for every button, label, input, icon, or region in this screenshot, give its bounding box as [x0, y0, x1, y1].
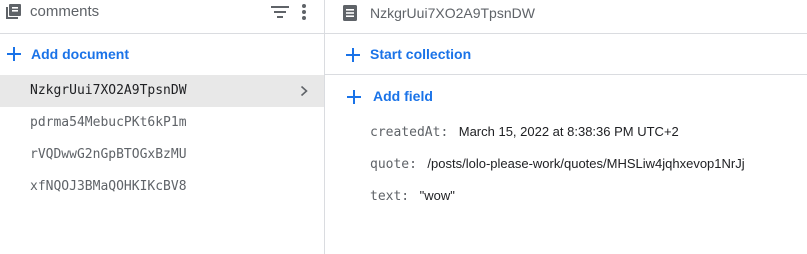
start-collection-label: Start collection	[370, 46, 472, 62]
add-field-button[interactable]: Add field	[325, 84, 807, 108]
collection-panel: comments Add document NzkgrUui7XO2A9Tpsn…	[0, 0, 325, 254]
document-title: NzkgrUui7XO2A9TpsnDW	[370, 5, 535, 21]
add-document-button[interactable]: Add document	[0, 35, 324, 73]
field-key: createdAt:	[370, 125, 449, 140]
document-id: pdrma54MebucPKt6kP1m	[30, 115, 187, 130]
document-header: NzkgrUui7XO2A9TpsnDW	[325, 0, 807, 34]
document-item[interactable]: rVQDwwG2nGpBTOGxBzMU	[0, 139, 324, 171]
field-key: text:	[370, 189, 410, 204]
field-row-text[interactable]: text: "wow"	[370, 187, 455, 207]
more-vert-icon[interactable]	[299, 2, 309, 22]
document-item[interactable]: pdrma54MebucPKt6kP1m	[0, 107, 324, 139]
document-id: rVQDwwG2nGpBTOGxBzMU	[30, 147, 187, 162]
document-item[interactable]: NzkgrUui7XO2A9TpsnDW	[0, 75, 324, 107]
chevron-right-icon	[300, 86, 308, 96]
collection-header: comments	[0, 0, 324, 34]
field-value: /posts/lolo-please-work/quotes/MHSLiw4jq…	[427, 156, 745, 171]
document-icon	[343, 5, 357, 21]
collection-icon	[6, 4, 21, 19]
firestore-data-viewer: comments Add document NzkgrUui7XO2A9Tpsn…	[0, 0, 807, 254]
add-icon	[6, 46, 22, 62]
document-list: NzkgrUui7XO2A9TpsnDW pdrma54MebucPKt6kP1…	[0, 75, 324, 203]
filter-icon[interactable]	[270, 4, 290, 20]
add-field-label: Add field	[373, 88, 433, 104]
field-row-quote[interactable]: quote: /posts/lolo-please-work/quotes/MH…	[370, 155, 745, 175]
add-icon	[345, 47, 361, 63]
collection-title: comments	[30, 3, 100, 20]
field-value: March 15, 2022 at 8:38:36 PM UTC+2	[458, 124, 679, 139]
document-id: xfNQOJ3BMaQOHKIKcBV8	[30, 179, 187, 194]
add-icon	[346, 89, 362, 105]
field-row-createdAt[interactable]: createdAt: March 15, 2022 at 8:38:36 PM …	[370, 123, 679, 143]
document-panel: NzkgrUui7XO2A9TpsnDW Start collection Ad…	[325, 0, 807, 254]
start-collection-button[interactable]: Start collection	[325, 35, 807, 75]
document-item[interactable]: xfNQOJ3BMaQOHKIKcBV8	[0, 171, 324, 203]
add-document-label: Add document	[31, 46, 129, 62]
field-key: quote:	[370, 157, 417, 172]
field-value: "wow"	[419, 188, 455, 203]
document-id: NzkgrUui7XO2A9TpsnDW	[30, 83, 187, 98]
